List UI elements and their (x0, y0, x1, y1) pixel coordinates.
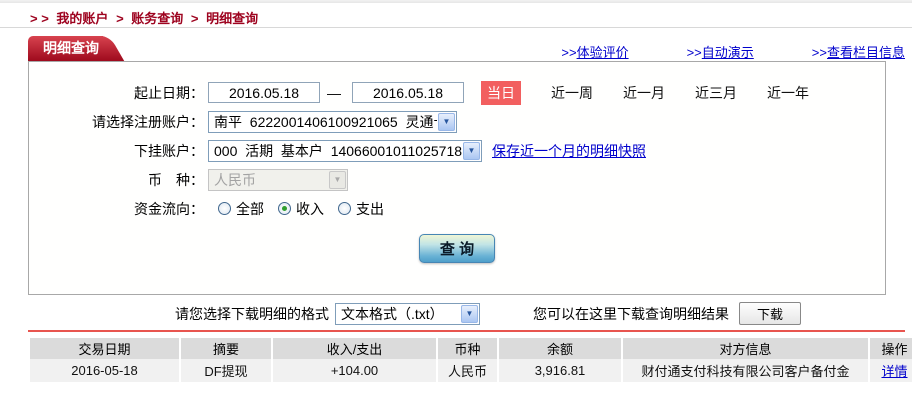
col-header-balance: 余额 (499, 338, 621, 359)
date-range-label: 起止日期： (134, 84, 204, 101)
flow-direction-row: 资金流向： 全部 收入 支出 (29, 194, 885, 223)
range-last-week[interactable]: 近一周 (551, 83, 593, 103)
date-range-row: 起止日期： — 当日 近一周 近一月 近三月 近一年 (29, 78, 885, 107)
col-header-currency: 币种 (438, 338, 497, 359)
flow-option-expense[interactable]: 支出 (338, 199, 384, 219)
radio-icon (338, 202, 351, 215)
currency-select: 人民币 ▼ (208, 168, 348, 191)
date-to-input[interactable] (352, 82, 464, 103)
date-from-input[interactable] (208, 82, 320, 103)
chevron-down-icon: ▼ (329, 170, 346, 189)
download-button[interactable]: 下载 (739, 302, 801, 325)
breadcrumb-item-my-account[interactable]: 我的账户 (56, 11, 108, 26)
registered-account-select[interactable]: 南平 6222001406100921065 灵通卡 ▼ (208, 110, 457, 133)
breadcrumb-prefix: > > (30, 11, 49, 26)
sub-account-value: 000 活期 基本户 1406600101102571848 (214, 142, 462, 159)
header-links: >>体验评价 >>自动演示 >>查看栏目信息 (561, 42, 905, 61)
chevron-down-icon: ▼ (463, 141, 480, 160)
cell-counterparty: 财付通支付科技有限公司客户备付金 (623, 359, 868, 382)
cell-currency: 人民币 (438, 359, 497, 382)
cell-action: 详情 (870, 359, 912, 382)
tab-title: 明细查询 (43, 40, 99, 56)
col-header-counterparty: 对方信息 (623, 338, 868, 359)
top-strip (0, 0, 912, 3)
range-last-3-months[interactable]: 近三月 (695, 83, 737, 103)
link-auto-demo[interactable]: >>自动演示 (687, 42, 754, 61)
cell-date: 2016-05-18 (30, 359, 179, 382)
breadcrumb: > > 我的账户 > 账务查询 > 明细查询 (30, 8, 262, 27)
detail-link[interactable]: 详情 (881, 364, 907, 379)
top-divider (0, 27, 912, 28)
link-view-column-info[interactable]: >>查看栏目信息 (812, 42, 905, 61)
account-row: 请选择注册账户： 南平 6222001406100921065 灵通卡 ▼ (29, 107, 885, 136)
query-button[interactable]: 查 询 (419, 234, 495, 263)
breadcrumb-item-account-query[interactable]: 账务查询 (131, 11, 183, 26)
download-row: 请您选择下载明细的格式 文本格式（.txt） ▼ 您可以在这里下载查询明细结果 … (175, 302, 801, 325)
flow-option-income[interactable]: 收入 (278, 199, 324, 219)
radio-checked-icon (278, 202, 291, 215)
date-separator: — (327, 84, 341, 101)
sub-account-select[interactable]: 000 活期 基本户 1406600101102571848 ▼ (208, 139, 482, 162)
table-header-row: 交易日期 摘要 收入/支出 币种 余额 对方信息 操作 (30, 338, 912, 359)
account-label: 请选择注册账户： (92, 113, 204, 130)
query-form-panel: 起止日期： — 当日 近一周 近一月 近三月 近一年 请选择注册账户： 南平 6… (28, 61, 886, 295)
col-header-amount: 收入/支出 (273, 338, 436, 359)
download-result-label: 您可以在这里下载查询明细结果 (533, 305, 729, 322)
breadcrumb-item-detail-query[interactable]: 明细查询 (206, 11, 258, 26)
range-last-month[interactable]: 近一月 (623, 83, 665, 103)
cell-amount: +104.00 (273, 359, 436, 382)
col-header-summary: 摘要 (181, 338, 271, 359)
download-format-value: 文本格式（.txt） (341, 305, 444, 322)
sub-account-label: 下挂账户： (134, 142, 204, 159)
sub-account-row: 下挂账户： 000 活期 基本户 1406600101102571848 ▼ 保… (29, 136, 885, 165)
red-divider (28, 330, 905, 332)
transaction-table: 交易日期 摘要 收入/支出 币种 余额 对方信息 操作 2016-05-18 D… (28, 338, 912, 382)
radio-icon (218, 202, 231, 215)
flow-direction-label: 资金流向： (134, 200, 204, 217)
currency-label: 币 种： (148, 171, 204, 188)
link-experience-review[interactable]: >>体验评价 (561, 42, 628, 61)
chevron-down-icon: ▼ (461, 304, 478, 323)
query-button-row: 查 询 (29, 234, 885, 263)
currency-row: 币 种： 人民币 ▼ (29, 165, 885, 194)
registered-account-value: 南平 6222001406100921065 灵通卡 (214, 113, 437, 130)
cell-summary: DF提现 (181, 359, 271, 382)
breadcrumb-separator: > (190, 11, 199, 26)
cell-balance: 3,916.81 (499, 359, 621, 382)
table-row: 2016-05-18 DF提现 +104.00 人民币 3,916.81 财付通… (30, 359, 912, 382)
chevron-down-icon: ▼ (438, 112, 455, 131)
range-last-year[interactable]: 近一年 (767, 83, 809, 103)
col-header-action: 操作 (870, 338, 912, 359)
tab-detail-query[interactable]: 明细查询 (28, 36, 103, 61)
breadcrumb-separator: > (116, 11, 124, 26)
currency-value: 人民币 (214, 171, 256, 188)
col-header-date: 交易日期 (30, 338, 179, 359)
save-monthly-snapshot-link[interactable]: 保存近一个月的明细快照 (492, 141, 646, 161)
today-filter-badge[interactable]: 当日 (481, 80, 521, 105)
download-format-select[interactable]: 文本格式（.txt） ▼ (335, 302, 480, 325)
flow-option-all[interactable]: 全部 (218, 199, 264, 219)
download-format-label: 请您选择下载明细的格式 (175, 305, 329, 322)
